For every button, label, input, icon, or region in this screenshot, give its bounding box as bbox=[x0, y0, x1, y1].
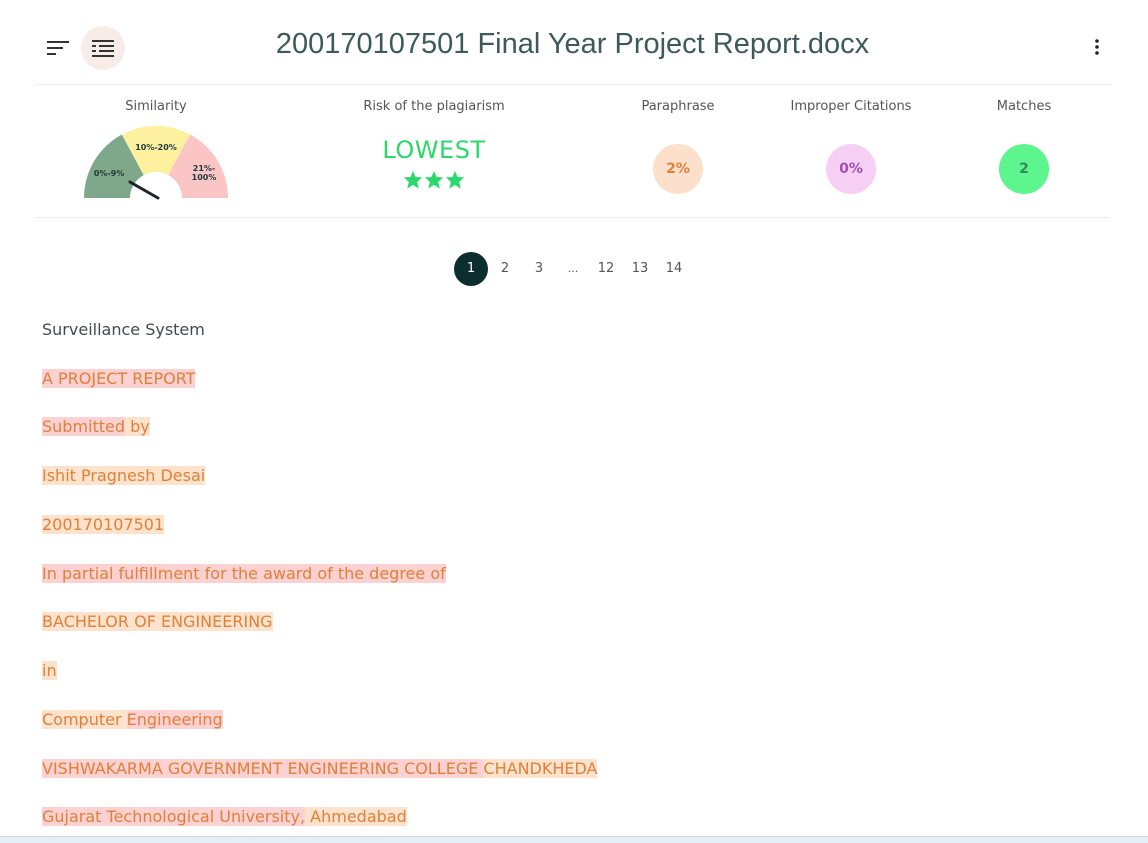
stats-divider bbox=[36, 217, 1110, 218]
page-13-button[interactable]: 13 bbox=[632, 252, 649, 286]
improper-citations-badge[interactable]: 0% bbox=[826, 144, 876, 194]
document-line: Surveillance System bbox=[42, 318, 205, 341]
document-line: Submitted by bbox=[42, 415, 150, 438]
star-icon bbox=[424, 170, 444, 189]
paraphrased-text-segment[interactable]: Ishit Pragnesh Desai bbox=[42, 466, 206, 485]
risk-label: Risk of the plagiarism bbox=[363, 99, 505, 114]
document-title: 200170107501 Final Year Project Report.d… bbox=[275, 28, 870, 60]
similarity-label: Similarity bbox=[125, 99, 187, 114]
sort-lines-icon bbox=[47, 41, 69, 55]
matched-text-segment[interactable]: A PROJECT REPORT bbox=[42, 369, 196, 388]
paraphrase-label: Paraphrase bbox=[641, 99, 715, 114]
more-options-button[interactable] bbox=[1082, 32, 1112, 62]
document-line: Gujarat Technological University, Ahmeda… bbox=[42, 805, 407, 828]
matches-label: Matches bbox=[996, 99, 1052, 114]
gauge-range-high-bottom: 100% bbox=[192, 173, 217, 182]
improper-citations-label: Improper Citations bbox=[790, 99, 912, 114]
page-14-button[interactable]: 14 bbox=[666, 252, 683, 286]
matched-text-segment[interactable]: In partial fulfillment for the award of … bbox=[42, 564, 446, 583]
pagination-ellipsis: ... bbox=[567, 262, 579, 275]
paraphrase-badge[interactable]: 2% bbox=[653, 144, 703, 194]
star-icon bbox=[403, 170, 423, 189]
paraphrased-text-segment[interactable]: in bbox=[42, 661, 57, 680]
risk-value: LOWEST bbox=[382, 136, 486, 164]
document-line: A PROJECT REPORT bbox=[42, 367, 196, 390]
document-line: 200170107501 bbox=[42, 513, 165, 536]
paraphrased-text-segment[interactable]: CHANDKHEDA bbox=[483, 759, 598, 778]
page-1-button[interactable]: 1 bbox=[454, 252, 488, 286]
paraphrased-text-segment[interactable]: Ahmedabad bbox=[305, 807, 407, 826]
document-line: In partial fulfillment for the award of … bbox=[42, 562, 446, 585]
header-divider bbox=[36, 84, 1110, 85]
paraphrased-text-segment[interactable]: BACHELOR OF ENGINEERING bbox=[42, 612, 273, 631]
paraphrased-text-segment[interactable]: 200170107501 bbox=[42, 515, 165, 534]
matched-text-segment[interactable]: VISHWAKARMA GOVERNMENT ENGINEERING COLLE… bbox=[42, 759, 484, 778]
paraphrased-text-segment[interactable]: Computer bbox=[42, 710, 127, 729]
gauge-range-mid: 10%-20% bbox=[135, 143, 177, 152]
star-icon bbox=[445, 170, 465, 189]
document-line: in bbox=[42, 659, 57, 682]
document-line: VISHWAKARMA GOVERNMENT ENGINEERING COLLE… bbox=[42, 757, 598, 780]
matches-badge[interactable]: 2 bbox=[999, 144, 1049, 194]
top-bar: 200170107501 Final Year Project Report.d… bbox=[0, 0, 1148, 84]
document-line: Computer Engineering bbox=[42, 708, 223, 731]
vertical-dots-icon bbox=[1095, 39, 1099, 55]
matched-text-segment[interactable]: Engineering bbox=[126, 710, 223, 729]
gauge-range-low: 0%-9% bbox=[94, 169, 124, 178]
outline-view-button[interactable] bbox=[81, 26, 125, 70]
risk-stars bbox=[403, 170, 465, 189]
pagination: 1 2 3 ... 12 13 14 bbox=[0, 252, 1148, 286]
document-line: BACHELOR OF ENGINEERING bbox=[42, 610, 273, 633]
paraphrased-text-segment[interactable]: by bbox=[125, 417, 150, 436]
page-2-button[interactable]: 2 bbox=[501, 252, 509, 286]
matched-text-segment[interactable]: Submitted bbox=[42, 417, 126, 436]
sort-menu-button[interactable] bbox=[42, 32, 74, 64]
gauge-range-high-top: 21%- bbox=[193, 164, 215, 173]
outline-list-icon bbox=[92, 40, 114, 57]
similarity-gauge: 0%-9% 10%-20% 21%- 100% bbox=[82, 124, 232, 224]
text-segment: Surveillance System bbox=[42, 320, 205, 339]
page-12-button[interactable]: 12 bbox=[598, 252, 615, 286]
document-line: Ishit Pragnesh Desai bbox=[42, 464, 206, 487]
page-3-button[interactable]: 3 bbox=[535, 252, 543, 286]
matched-text-segment[interactable]: Gujarat Technological University, bbox=[42, 807, 306, 826]
